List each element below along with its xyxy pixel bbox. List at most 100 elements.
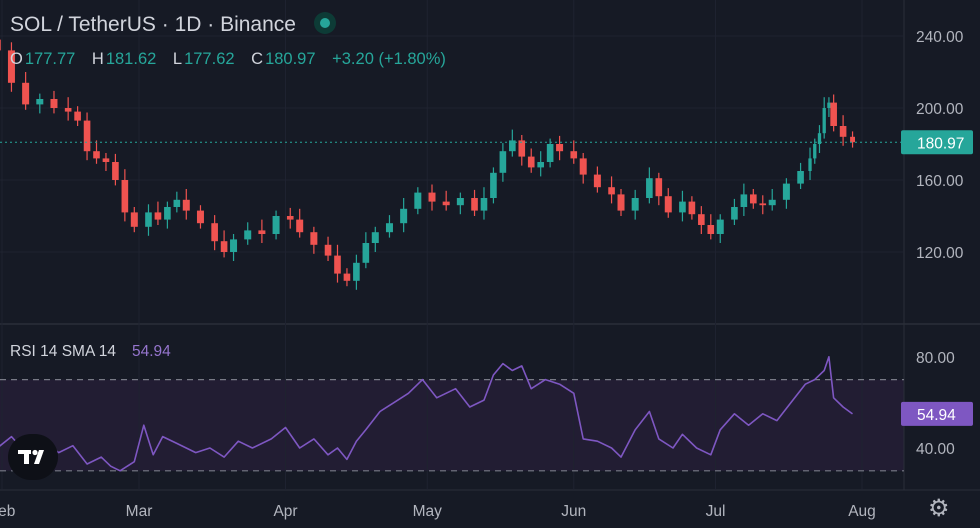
time-tick-label-0: Feb bbox=[0, 503, 15, 520]
candle-42 bbox=[490, 172, 497, 198]
candle-62 bbox=[707, 225, 715, 234]
chart-canvas[interactable]: 180.97 120.00 160.00 200.00 240.00 40.00 80.00… bbox=[0, 0, 980, 528]
candle-2 bbox=[22, 82, 30, 105]
rsi-tick-label-0: 40.00 bbox=[916, 441, 955, 458]
candle-57 bbox=[655, 178, 663, 197]
tradingview-logo-icon bbox=[18, 449, 44, 464]
ohlc-key-low: L bbox=[172, 50, 183, 68]
candle-58 bbox=[664, 196, 672, 213]
candle-60 bbox=[688, 201, 696, 215]
candle-5 bbox=[64, 108, 72, 112]
ohlc-change: +3.20 (+1.80%) bbox=[332, 50, 446, 68]
candle-15 bbox=[164, 207, 171, 220]
candle-72 bbox=[813, 144, 817, 159]
candle-76 bbox=[830, 102, 837, 126]
candle-27 bbox=[310, 232, 318, 245]
candle-7 bbox=[83, 120, 91, 152]
candle-31 bbox=[353, 262, 360, 281]
candle-14 bbox=[154, 212, 162, 220]
time-tick-label-6: Aug bbox=[848, 503, 876, 520]
ohlc-legend: O 177.77 H 181.62 L 177.62 C 180.97 +3.20 (+… bbox=[10, 50, 458, 69]
candle-77 bbox=[839, 126, 847, 137]
candle-64 bbox=[731, 207, 738, 220]
time-tick-label-5: Jul bbox=[706, 503, 726, 520]
candle-38 bbox=[442, 201, 450, 206]
chart-root: { "header": { "title": "SOL / TetherUS ·… bbox=[0, 0, 980, 528]
candle-56 bbox=[646, 178, 653, 198]
candle-29 bbox=[334, 255, 341, 274]
candle-30 bbox=[343, 273, 351, 281]
candle-34 bbox=[385, 223, 393, 233]
candle-6 bbox=[74, 111, 81, 121]
candle-0 bbox=[0, 39, 1, 51]
market-status-icon bbox=[313, 12, 336, 34]
candle-35 bbox=[400, 208, 408, 224]
candle-65 bbox=[740, 194, 748, 207]
candle-17 bbox=[182, 199, 190, 211]
chart-header: SOL / TetherUS · 1D · Binance bbox=[10, 12, 336, 37]
candle-78 bbox=[850, 136, 855, 143]
candle-71 bbox=[808, 158, 812, 171]
candle-49 bbox=[556, 144, 564, 152]
candle-63 bbox=[716, 219, 724, 234]
candle-45 bbox=[518, 140, 526, 157]
candle-50 bbox=[570, 151, 578, 159]
candle-32 bbox=[362, 243, 370, 263]
candle-55 bbox=[631, 198, 639, 211]
candle-61 bbox=[698, 214, 705, 225]
candle-39 bbox=[456, 198, 464, 206]
gear-icon[interactable]: ⚙ bbox=[928, 497, 950, 521]
ohlc-value-high: 181.62 bbox=[105, 50, 157, 68]
candle-13 bbox=[145, 212, 152, 227]
candle-28 bbox=[324, 244, 332, 256]
ohlc-value-low: 177.62 bbox=[184, 50, 235, 68]
candle-66 bbox=[750, 194, 757, 204]
candle-68 bbox=[768, 199, 776, 206]
ohlc-key-close: C bbox=[251, 50, 264, 68]
candle-43 bbox=[499, 151, 507, 173]
rsi-last-label: 54.94 bbox=[917, 407, 956, 424]
candle-47 bbox=[537, 162, 544, 168]
candle-12 bbox=[130, 212, 138, 227]
rsi-legend[interactable]: RSI 14 SMA 14 54.94 bbox=[10, 343, 171, 361]
candle-26 bbox=[296, 219, 304, 233]
candle-74 bbox=[822, 108, 826, 134]
time-tick-label-2: Apr bbox=[273, 503, 297, 520]
candle-19 bbox=[211, 223, 218, 242]
ohlc-key-open: O bbox=[10, 50, 23, 68]
ohlc-value-close: 180.97 bbox=[265, 50, 316, 68]
candle-54 bbox=[617, 194, 625, 211]
tradingview-logo[interactable] bbox=[8, 434, 58, 480]
candle-70 bbox=[797, 171, 804, 184]
price-tick-label-2: 200.00 bbox=[916, 101, 964, 118]
candle-22 bbox=[244, 230, 252, 240]
candle-40 bbox=[471, 198, 478, 211]
time-tick-label-3: May bbox=[413, 503, 443, 520]
candle-4 bbox=[50, 99, 58, 108]
candle-3 bbox=[36, 99, 44, 105]
candle-41 bbox=[480, 198, 488, 211]
candle-8 bbox=[93, 151, 100, 159]
candle-69 bbox=[782, 183, 790, 200]
candle-16 bbox=[173, 199, 181, 207]
candle-36 bbox=[414, 192, 422, 209]
symbol-title[interactable]: SOL / TetherUS · 1D · Binance bbox=[10, 13, 296, 36]
price-tick-label-1: 160.00 bbox=[916, 173, 964, 190]
candle-75 bbox=[827, 102, 831, 108]
price-tick-label-3: 240.00 bbox=[916, 29, 964, 46]
candle-18 bbox=[196, 210, 204, 224]
candle-37 bbox=[428, 192, 436, 202]
time-tick-label-1: Mar bbox=[126, 503, 153, 520]
candle-67 bbox=[759, 203, 767, 206]
time-tick-label-4: Jun bbox=[561, 503, 586, 520]
ohlc-key-high: H bbox=[91, 50, 104, 68]
candle-48 bbox=[546, 144, 554, 162]
candle-52 bbox=[593, 174, 601, 188]
rsi-tick-label-1: 80.00 bbox=[916, 350, 955, 367]
candle-53 bbox=[608, 187, 615, 195]
candle-51 bbox=[579, 158, 587, 175]
candle-25 bbox=[286, 216, 294, 220]
candle-33 bbox=[371, 232, 379, 243]
candle-24 bbox=[272, 216, 280, 234]
candle-9 bbox=[102, 158, 110, 162]
